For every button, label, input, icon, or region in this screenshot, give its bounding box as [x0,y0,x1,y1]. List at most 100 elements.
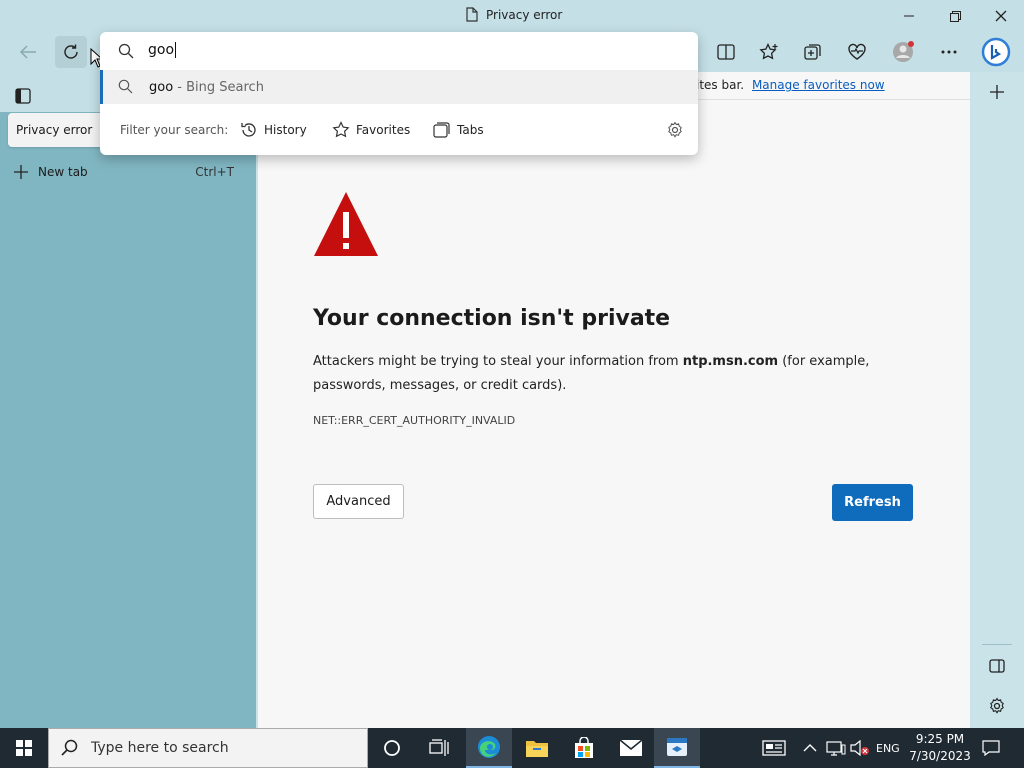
text-caret [175,42,177,58]
network-status[interactable] [826,728,846,768]
add-sidebar-button[interactable] [981,76,1013,108]
taskbar-mail[interactable] [608,728,654,768]
start-button[interactable] [0,728,48,768]
notification-icon [982,740,1000,756]
filter-history-label: History [264,123,307,137]
cortana-button[interactable] [369,728,415,768]
more-dots-icon [941,50,957,54]
folder-icon [526,741,548,757]
taskbar-app[interactable] [654,728,700,768]
new-tab-shortcut: Ctrl+T [195,165,234,179]
sidebar-panel-icon [989,659,1005,673]
error-title: Your connection isn't private [313,306,671,331]
taskbar-clock[interactable]: 9:25 PM 7/30/2023 [905,731,975,765]
favorites-bar-message: ites bar. Manage favorites now [696,78,885,92]
advanced-button[interactable]: Advanced [313,484,404,519]
refresh-icon [64,44,78,59]
favorites-bar-text: ites bar. [696,78,745,92]
suggestion-text: goo - Bing Search [149,80,264,95]
app-window-icon [667,738,687,756]
address-input[interactable]: goo [148,42,548,58]
browser-essentials-button[interactable] [841,36,873,68]
show-hidden-icons[interactable] [803,728,817,768]
new-tab-button[interactable]: New tab Ctrl+T [14,162,244,182]
search-icon [118,43,134,59]
new-tab-label: New tab [38,165,88,179]
plus-icon [14,165,28,179]
address-bar-dropdown: goo goo - Bing Search Filter your search… [100,32,698,155]
close-button[interactable] [978,0,1024,32]
gear-icon[interactable] [666,121,684,139]
error-desc-before: Attackers might be trying to steal your … [313,354,683,369]
split-screen-button[interactable] [710,36,742,68]
address-input-value: goo [148,42,175,58]
error-description: Attackers might be trying to steal your … [313,350,913,398]
task-view-button[interactable] [416,728,462,768]
address-bar[interactable]: goo [100,32,698,70]
windows-logo-icon [16,740,32,756]
plus-icon [990,85,1004,99]
manage-favorites-link[interactable]: Manage favorites now [752,78,885,92]
language-indicator[interactable]: ENG [876,728,900,768]
star-icon [332,121,350,138]
restore-button[interactable] [932,0,978,32]
taskbar-edge[interactable] [466,728,512,768]
volume-status[interactable] [850,728,870,768]
language-text: ENG [876,741,900,755]
right-sidebar [970,72,1024,728]
favorites-button[interactable] [753,36,785,68]
filter-tabs-label: Tabs [457,123,484,137]
bing-icon [981,37,1011,67]
task-view-icon [429,739,449,756]
cortana-circle-icon [384,740,400,756]
profile-button[interactable] [887,36,919,68]
filter-history[interactable]: History [240,121,307,139]
news-icon [762,740,786,756]
error-page: Your connection isn't private Attackers … [258,100,970,728]
clock-time: 9:25 PM [915,732,965,746]
suggestion-query: goo [149,79,174,95]
network-icon [826,741,846,756]
tabs-icon [433,122,450,138]
clock-date: 7/30/2023 [909,749,971,763]
page-icon [466,7,478,22]
heart-pulse-icon [848,43,866,60]
taskbar-file-explorer[interactable] [514,728,560,768]
tab-privacy-error[interactable]: Privacy error [8,113,104,147]
sidebar-divider [982,644,1012,645]
taskbar-search-placeholder: Type here to search [91,740,229,756]
history-icon [241,123,256,137]
filter-label: Filter your search: [120,123,229,137]
tab-label: Privacy error [16,123,93,137]
edge-icon [478,736,500,758]
search-icon [118,79,133,94]
search-icon [61,739,78,756]
collections-button[interactable] [797,36,829,68]
settings-more-button[interactable] [933,36,965,68]
refresh-page-button[interactable]: Refresh [832,484,913,521]
filter-tabs[interactable]: Tabs [433,122,484,138]
collections-icon [804,44,821,60]
warning-triangle-icon [314,192,378,256]
tab-actions-icon[interactable] [15,88,31,104]
mail-icon [619,739,643,756]
back-arrow-icon [19,45,36,59]
back-button[interactable] [12,36,44,68]
hide-sidebar-button[interactable] [981,650,1013,682]
minimize-button[interactable] [886,0,932,32]
suggestion-item[interactable]: goo - Bing Search [100,70,698,104]
taskbar-store[interactable] [561,728,607,768]
filter-favorites[interactable]: Favorites [332,121,410,139]
notification-center[interactable] [982,728,1000,768]
suggestion-source: - Bing Search [173,79,264,95]
news-widget[interactable] [762,728,786,768]
taskbar-search[interactable]: Type here to search [48,728,368,768]
chevron-up-icon [803,744,817,752]
search-filter-row: Filter your search: History Favorites Ta… [100,112,698,148]
refresh-button[interactable] [55,36,87,68]
sidebar-settings-button[interactable] [981,690,1013,722]
gear-icon [990,697,1004,714]
star-icon [759,43,778,60]
bing-chat-button[interactable] [980,36,1012,68]
window-title: Privacy error [466,7,562,22]
